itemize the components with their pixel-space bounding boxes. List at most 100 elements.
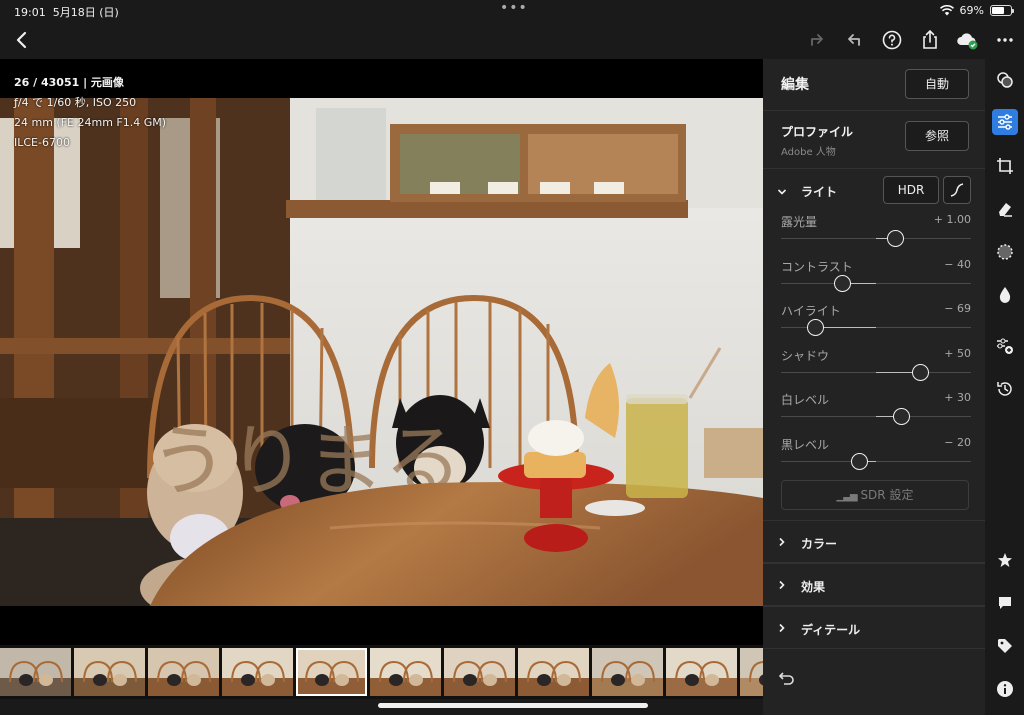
- slider-value[interactable]: + 1.00: [934, 213, 971, 226]
- photo-info: 26 / 43051 | 元画像 ƒ/4 で 1/60 秒, ISO 250 2…: [14, 73, 166, 153]
- slider-value[interactable]: − 69: [944, 302, 971, 315]
- slider-row: 黒レベル − 20: [781, 436, 971, 480]
- slider-knob[interactable]: [887, 230, 904, 247]
- photo-lens: 24 mm (FE 24mm F1.4 GM): [14, 116, 167, 129]
- slider-label: 露光量: [781, 215, 818, 229]
- photo-image: うりまる: [0, 98, 763, 606]
- auto-button[interactable]: 自動: [905, 69, 969, 99]
- settings-add-icon: [997, 338, 1013, 354]
- section-row[interactable]: 効果: [763, 563, 985, 606]
- slider-label: ハイライト: [781, 304, 841, 319]
- reset-icon[interactable]: [778, 670, 796, 686]
- slider-value[interactable]: − 20: [944, 436, 971, 449]
- profile-title: プロファイル: [781, 125, 854, 139]
- more-icon[interactable]: [993, 28, 1017, 52]
- rating-tool[interactable]: [992, 547, 1018, 573]
- undo-icon[interactable]: [842, 28, 866, 52]
- slider-knob[interactable]: [807, 319, 824, 337]
- tone-curve-button[interactable]: [943, 176, 971, 204]
- slider-row: ハイライト − 69: [781, 302, 971, 346]
- filmstrip-thumbnail[interactable]: [518, 648, 589, 696]
- slider-track[interactable]: [781, 461, 971, 462]
- filmstrip-thumbnail[interactable]: [148, 648, 219, 696]
- eraser-icon: [999, 203, 1012, 217]
- crop-tool[interactable]: [992, 153, 1018, 179]
- presets-tool[interactable]: [992, 67, 1018, 93]
- filmstrip-thumbnail[interactable]: [740, 648, 763, 696]
- edit-panel: 編集 自動 プロファイル Adobe 人物 参照 ライト HDR 露光量 + 1.…: [763, 59, 985, 715]
- slider-label: 白レベル: [781, 393, 830, 408]
- slider-knob[interactable]: [851, 453, 868, 470]
- history-tool[interactable]: [992, 376, 1018, 402]
- masking-icon: [997, 244, 1013, 260]
- slider-value[interactable]: + 50: [944, 347, 971, 360]
- home-indicator[interactable]: [378, 703, 648, 708]
- tone-curve-icon: [950, 183, 964, 197]
- info-tool[interactable]: [992, 676, 1018, 702]
- slider-knob[interactable]: [834, 274, 851, 292]
- versions-tool[interactable]: [992, 333, 1018, 359]
- light-section-label[interactable]: ライト: [801, 183, 837, 200]
- slider-label: コントラスト: [781, 259, 853, 274]
- status-time: 19:01 5月18日 (日): [14, 6, 119, 19]
- slider-label: シャドウ: [781, 348, 830, 363]
- tags-tool[interactable]: [992, 633, 1018, 659]
- sliders-icon: [998, 114, 1012, 130]
- filmstrip[interactable]: [0, 645, 763, 699]
- status-right: 69%: [939, 4, 1014, 17]
- filmstrip-thumbnail[interactable]: [296, 648, 367, 696]
- multitask-dots[interactable]: •••: [500, 0, 528, 16]
- filmstrip-thumbnail[interactable]: [370, 648, 441, 696]
- presets-icon: [997, 72, 1013, 88]
- section-row[interactable]: ディテール: [763, 606, 985, 649]
- slider-knob[interactable]: [912, 363, 929, 381]
- filmstrip-thumbnail[interactable]: [592, 648, 663, 696]
- slider-value[interactable]: − 40: [944, 258, 971, 271]
- redo-icon[interactable]: [805, 28, 829, 52]
- slider-label: 黒レベル: [781, 438, 830, 452]
- slider-knob[interactable]: [893, 408, 910, 426]
- wifi-icon: [939, 5, 954, 16]
- chevron-right-icon: [779, 580, 785, 590]
- chevron-down-icon[interactable]: [777, 187, 787, 197]
- color-mixer-tool[interactable]: [992, 282, 1018, 308]
- healing-tool[interactable]: [992, 196, 1018, 222]
- back-icon[interactable]: [10, 28, 34, 52]
- info-icon: [997, 681, 1013, 697]
- photo-exposure: ƒ/4 で 1/60 秒, ISO 250: [14, 96, 137, 109]
- edit-adjust-tool[interactable]: [992, 109, 1018, 135]
- browse-profile-button[interactable]: 参照: [905, 121, 969, 151]
- masking-tool[interactable]: [992, 239, 1018, 265]
- help-icon[interactable]: [880, 28, 904, 52]
- slider-row: 露光量 + 1.00: [781, 213, 971, 257]
- crop-icon: [997, 158, 1013, 174]
- slider-track[interactable]: [781, 282, 971, 284]
- hdr-button[interactable]: HDR: [883, 176, 939, 204]
- chevron-right-icon: [779, 537, 785, 547]
- top-toolbar: [0, 22, 1024, 58]
- slider-fill: [815, 327, 876, 329]
- sdr-settings-button[interactable]: ▁▃▅ SDR 設定: [781, 480, 969, 510]
- section-label: 効果: [801, 580, 826, 594]
- star-icon: [998, 553, 1012, 567]
- filmstrip-thumbnail[interactable]: [0, 648, 71, 696]
- filmstrip-thumbnail[interactable]: [666, 648, 737, 696]
- slider-row: コントラスト − 40: [781, 258, 971, 302]
- profile-section: プロファイル Adobe 人物 参照: [763, 111, 985, 169]
- status-bar: 19:01 5月18日 (日) ••• 69%: [0, 0, 1024, 22]
- cloud-sync-icon[interactable]: [955, 28, 979, 52]
- slider-row: シャドウ + 50: [781, 347, 971, 391]
- battery-percent: 69%: [959, 4, 984, 17]
- section-label: カラー: [801, 537, 838, 551]
- slider-value[interactable]: + 30: [944, 391, 971, 404]
- filmstrip-thumbnail[interactable]: [222, 648, 293, 696]
- filmstrip-thumbnail[interactable]: [444, 648, 515, 696]
- photo-canvas[interactable]: 26 / 43051 | 元画像 ƒ/4 で 1/60 秒, ISO 250 2…: [0, 59, 763, 645]
- filmstrip-thumbnail[interactable]: [74, 648, 145, 696]
- photo-illustration: うりまる: [0, 98, 763, 606]
- section-row[interactable]: カラー: [763, 520, 985, 563]
- sdr-settings-label: SDR 設定: [860, 488, 914, 502]
- share-icon[interactable]: [918, 28, 942, 52]
- photo-camera: ILCE-6700: [14, 136, 70, 149]
- comments-tool[interactable]: [992, 590, 1018, 616]
